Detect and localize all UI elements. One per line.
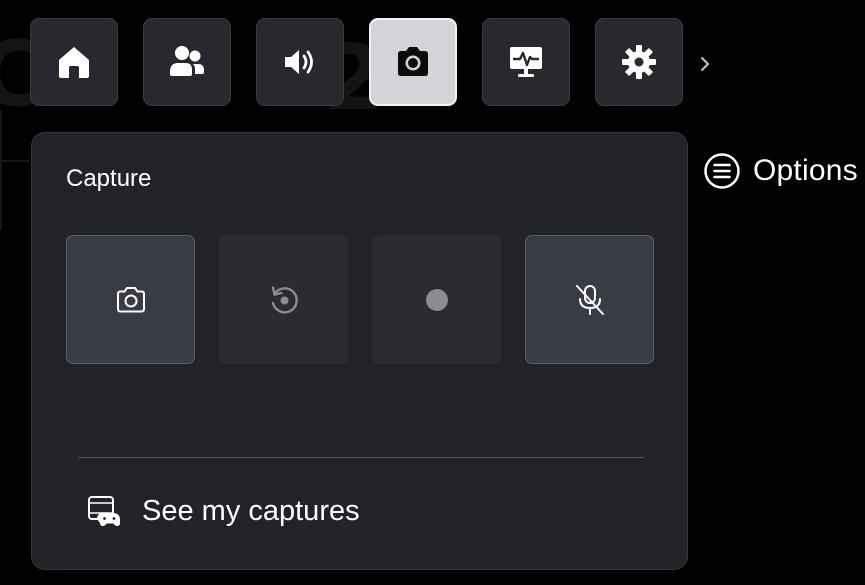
chevron-right-icon xyxy=(701,57,709,71)
mic-off-icon xyxy=(575,284,604,315)
microphone-toggle-button[interactable] xyxy=(525,235,654,364)
people-icon xyxy=(170,46,204,76)
take-screenshot-button[interactable] xyxy=(66,235,195,364)
capture-button[interactable] xyxy=(369,18,457,106)
audio-button[interactable] xyxy=(256,18,344,106)
performance-button[interactable] xyxy=(482,18,570,106)
home-button[interactable] xyxy=(30,18,118,106)
panel-title: Capture xyxy=(66,165,152,192)
panel-divider xyxy=(78,457,644,458)
home-icon xyxy=(59,47,89,78)
replay-icon xyxy=(271,285,298,313)
camera-icon xyxy=(116,286,145,312)
see-my-captures-label: See my captures xyxy=(142,494,360,527)
gear-icon xyxy=(622,45,656,79)
start-recording-button[interactable] xyxy=(372,235,501,364)
camera-icon xyxy=(398,47,428,76)
options-label: Options xyxy=(753,154,858,187)
gallery-controller-icon xyxy=(88,496,120,526)
game-bar-overlay: C 2 Options Capture See my captures xyxy=(0,0,865,585)
speaker-icon xyxy=(285,50,313,74)
record-last-30-seconds-button[interactable] xyxy=(219,235,348,364)
see-my-captures-link[interactable]: See my captures xyxy=(86,489,360,533)
more-widgets-button[interactable] xyxy=(694,50,716,78)
monitor-pulse-icon xyxy=(510,47,542,77)
settings-button[interactable] xyxy=(595,18,683,106)
background-line xyxy=(0,110,2,230)
options-button[interactable]: Options xyxy=(703,151,858,191)
background-line xyxy=(0,160,30,162)
record-dot-icon xyxy=(425,288,448,311)
menu-circle-icon xyxy=(704,153,740,189)
social-button[interactable] xyxy=(143,18,231,106)
capture-panel: Capture See my captures xyxy=(31,132,688,570)
widget-toolbar xyxy=(0,0,865,120)
